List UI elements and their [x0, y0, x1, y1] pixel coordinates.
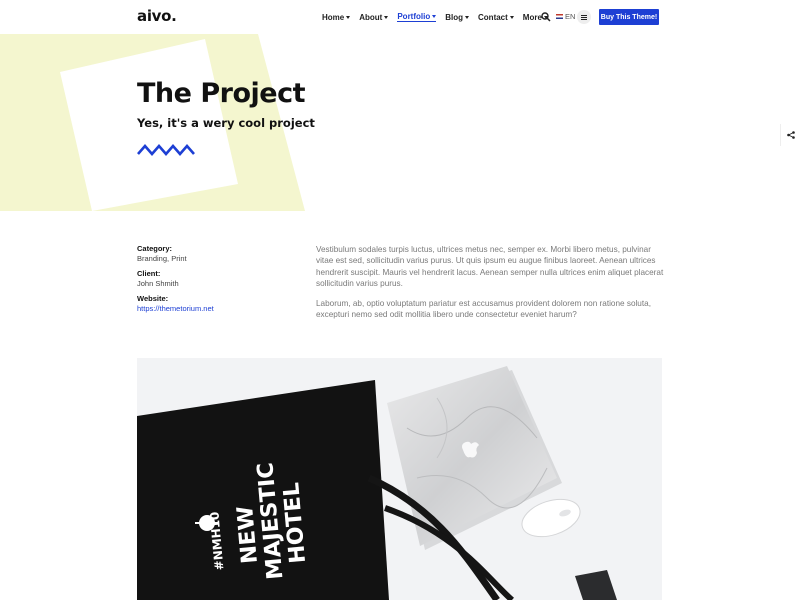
nav-label: Portfolio — [397, 12, 431, 21]
chevron-down-icon — [509, 15, 514, 19]
site-logo[interactable]: aivo. — [137, 7, 177, 25]
share-icon — [786, 131, 795, 139]
project-details: Category: Branding, Print Client: John S… — [137, 244, 297, 319]
nav-item-contact[interactable]: Contact — [478, 12, 514, 22]
description-paragraph: Laborum, ab, optio voluptatum pariatur e… — [316, 298, 651, 320]
project-description: Vestibulum sodales turpis luctus, ultric… — [316, 244, 664, 328]
description-paragraph: Vestibulum sodales turpis luctus, ultric… — [316, 245, 664, 289]
menu-button[interactable] — [577, 10, 591, 24]
project-image: NEW MAJESTIC HOTEL #NMH10 — [137, 358, 662, 600]
detail-client: Client: John Shmith — [137, 269, 297, 289]
nav-label: More — [522, 12, 542, 22]
detail-value: Branding, Print — [137, 254, 187, 263]
flag-icon — [556, 14, 563, 19]
language-label: EN — [565, 12, 576, 21]
detail-website: Website: https://themetorium.net — [137, 294, 297, 314]
detail-label: Website: — [137, 294, 169, 303]
buy-theme-button[interactable]: Buy This Theme! — [599, 9, 659, 25]
page-subtitle: Yes, it's a wery cool project — [137, 116, 315, 130]
chevron-down-icon — [346, 15, 351, 19]
hamburger-icon — [581, 14, 587, 20]
nav-item-about[interactable]: About — [359, 12, 389, 22]
project-photo-illustration: NEW MAJESTIC HOTEL #NMH10 — [137, 358, 662, 600]
nav-item-blog[interactable]: Blog — [445, 12, 470, 22]
nav-label: About — [359, 12, 383, 22]
detail-category: Category: Branding, Print — [137, 244, 297, 264]
nav-item-portfolio[interactable]: Portfolio — [397, 12, 437, 22]
nav-label: Blog — [445, 12, 464, 22]
detail-label: Category: — [137, 244, 173, 253]
chevron-down-icon — [465, 15, 470, 19]
detail-value: John Shmith — [137, 279, 179, 288]
website-link[interactable]: https://themetorium.net — [137, 304, 297, 314]
language-switcher[interactable]: EN — [556, 12, 575, 21]
chevron-down-icon — [432, 15, 437, 18]
search-icon[interactable] — [541, 12, 551, 22]
nav-item-home[interactable]: Home — [322, 12, 351, 22]
nav-label: Contact — [478, 12, 508, 22]
detail-label: Client: — [137, 269, 161, 278]
site-header: aivo. Home About Portfolio Blog Contact … — [0, 0, 800, 34]
zigzag-divider — [137, 144, 195, 156]
chevron-down-icon — [384, 15, 389, 19]
page-title: The Project — [137, 78, 305, 109]
share-button[interactable] — [780, 124, 800, 146]
nav-label: Home — [322, 12, 345, 22]
main-nav: Home About Portfolio Blog Contact More — [322, 12, 557, 22]
